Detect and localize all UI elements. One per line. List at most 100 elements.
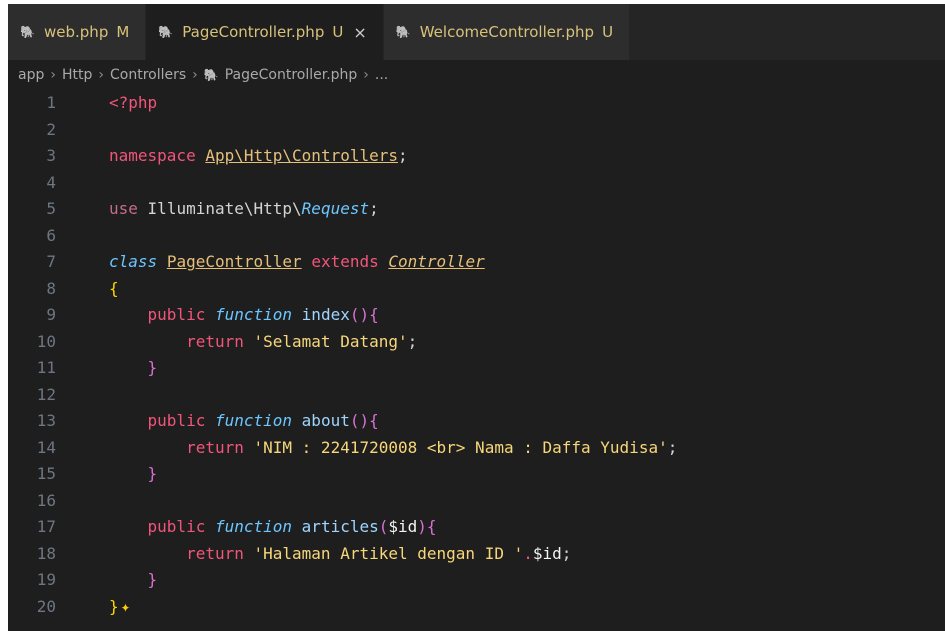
parens: () bbox=[349, 305, 370, 324]
line-number: 19 bbox=[36, 570, 56, 589]
breadcrumb-item-controllers[interactable]: Controllers bbox=[110, 67, 186, 83]
breadcrumb-item-app[interactable]: app bbox=[18, 67, 44, 83]
string-literal: 'Halaman Artikel dengan ID ' bbox=[253, 543, 524, 563]
code-content: } bbox=[56, 355, 158, 382]
tab-label: PageController.php bbox=[182, 23, 325, 41]
code-line: 2 bbox=[8, 117, 945, 144]
close-icon[interactable]: × bbox=[353, 23, 366, 42]
code-content: public function about(){ bbox=[56, 408, 379, 435]
tab-web-php[interactable]: 🐘 web.php M bbox=[8, 4, 147, 60]
tab-status-badge: U bbox=[332, 23, 344, 41]
code-line: 3 namespace App\Http\Controllers; bbox=[8, 143, 945, 170]
code-content: public function index(){ bbox=[56, 302, 379, 329]
code-line: 19 } bbox=[8, 567, 945, 594]
line-number: 8 bbox=[46, 278, 56, 298]
brace: { bbox=[109, 278, 119, 298]
code-content: use Illuminate\Http\Request; bbox=[56, 196, 379, 223]
tab-pagecontroller-php[interactable]: 🐘 PageController.php U × bbox=[146, 4, 384, 60]
code-content: namespace App\Http\Controllers; bbox=[56, 143, 408, 170]
line-number: 9 bbox=[46, 305, 56, 324]
code-content: return 'Halaman Artikel dengan ID '.$id; bbox=[56, 541, 571, 568]
line-number: 2 bbox=[46, 119, 56, 139]
paren-open: ( bbox=[378, 517, 389, 536]
line-number: 10 bbox=[36, 331, 56, 351]
keyword-use: use bbox=[109, 199, 138, 218]
breadcrumb: app › Http › Controllers › 🐘 PageControl… bbox=[8, 60, 945, 90]
keyword-function: function bbox=[214, 411, 293, 430]
concat-operator: . bbox=[523, 543, 533, 563]
semicolon: ; bbox=[369, 199, 379, 218]
tab-label: web.php bbox=[44, 23, 109, 41]
code-line: 6 bbox=[8, 223, 945, 250]
keyword-class: class bbox=[109, 252, 158, 271]
variable: $id bbox=[532, 543, 562, 563]
editor-window: 🐘 web.php M 🐘 PageController.php U × 🐘 W… bbox=[8, 4, 945, 631]
import-class: Request bbox=[301, 199, 370, 218]
breadcrumb-item-file[interactable]: PageController.php bbox=[225, 67, 358, 83]
php-file-icon: 🐘 bbox=[20, 25, 35, 39]
brace: { bbox=[369, 305, 379, 324]
code-line: 1 <?php bbox=[8, 90, 945, 117]
code-line: 4 bbox=[8, 170, 945, 197]
function-name: index bbox=[301, 305, 350, 324]
keyword-function: function bbox=[214, 305, 293, 324]
keyword-return: return bbox=[186, 331, 244, 351]
chevron-right-icon: › bbox=[50, 67, 56, 83]
code-line: 5 use Illuminate\Http\Request; bbox=[8, 196, 945, 223]
code-line: 17 public function articles($id){ bbox=[8, 514, 945, 541]
keyword-public: public bbox=[147, 517, 206, 536]
line-number: 13 bbox=[36, 411, 56, 430]
keyword-public: public bbox=[147, 411, 206, 430]
line-number: 11 bbox=[36, 358, 56, 377]
class-name: PageController bbox=[166, 252, 302, 271]
code-line: 18 return 'Halaman Artikel dengan ID '.$… bbox=[8, 541, 945, 568]
tab-welcomecontroller-php[interactable]: 🐘 WelcomeController.php U bbox=[383, 4, 631, 60]
function-name: articles bbox=[301, 517, 379, 536]
php-file-icon: 🐘 bbox=[158, 25, 174, 39]
keyword-return: return bbox=[186, 437, 244, 457]
line-number: 16 bbox=[36, 490, 56, 510]
line-number: 3 bbox=[46, 146, 56, 165]
string-literal: 'Selamat Datang' bbox=[253, 331, 408, 351]
code-line: 12 bbox=[8, 382, 945, 409]
line-number: 20 bbox=[36, 596, 56, 616]
code-editor[interactable]: 1 <?php 2 3 namespace App\Http\Controlle… bbox=[8, 90, 945, 620]
keyword-namespace: namespace bbox=[109, 146, 196, 165]
code-line: 14 return 'NIM : 2241720008 <br> Nama : … bbox=[8, 435, 945, 462]
code-line: 20 } ✦ bbox=[8, 594, 945, 621]
semicolon: ; bbox=[398, 146, 408, 165]
keyword-function: function bbox=[214, 517, 293, 536]
line-number: 6 bbox=[46, 225, 56, 245]
tab-label: WelcomeController.php bbox=[419, 23, 595, 41]
code-content: } bbox=[56, 461, 158, 488]
code-content bbox=[56, 223, 109, 250]
code-content: public function articles($id){ bbox=[56, 514, 437, 541]
semicolon: ; bbox=[407, 331, 418, 351]
code-line: 13 public function about(){ bbox=[8, 408, 945, 435]
keyword-extends: extends bbox=[311, 252, 379, 271]
code-content bbox=[56, 170, 109, 197]
breadcrumb-item-symbol[interactable]: ... bbox=[375, 67, 388, 83]
line-number: 1 bbox=[46, 93, 56, 112]
php-file-icon: 🐘 bbox=[395, 25, 411, 39]
tab-status-badge: M bbox=[116, 23, 130, 41]
line-number: 18 bbox=[36, 543, 56, 563]
parens: () bbox=[349, 411, 370, 430]
breadcrumb-item-http[interactable]: Http bbox=[62, 67, 92, 83]
chevron-right-icon: › bbox=[192, 67, 198, 83]
line-number: 7 bbox=[46, 252, 56, 271]
semicolon: ; bbox=[561, 543, 572, 563]
namespace-path: App\Http\Controllers bbox=[205, 146, 398, 165]
code-line: 8 { bbox=[8, 276, 945, 303]
brace: { bbox=[369, 411, 379, 430]
semicolon: ; bbox=[667, 437, 678, 457]
sparkle-icon[interactable]: ✦ bbox=[121, 597, 131, 616]
code-line: 11 } bbox=[8, 355, 945, 382]
line-number: 4 bbox=[46, 172, 56, 192]
brace: } bbox=[147, 570, 158, 589]
brace: } bbox=[147, 358, 158, 377]
code-content: } bbox=[56, 567, 158, 594]
line-number: 5 bbox=[46, 199, 56, 218]
function-name: about bbox=[301, 411, 350, 430]
code-content: return 'NIM : 2241720008 <br> Nama : Daf… bbox=[56, 435, 677, 462]
